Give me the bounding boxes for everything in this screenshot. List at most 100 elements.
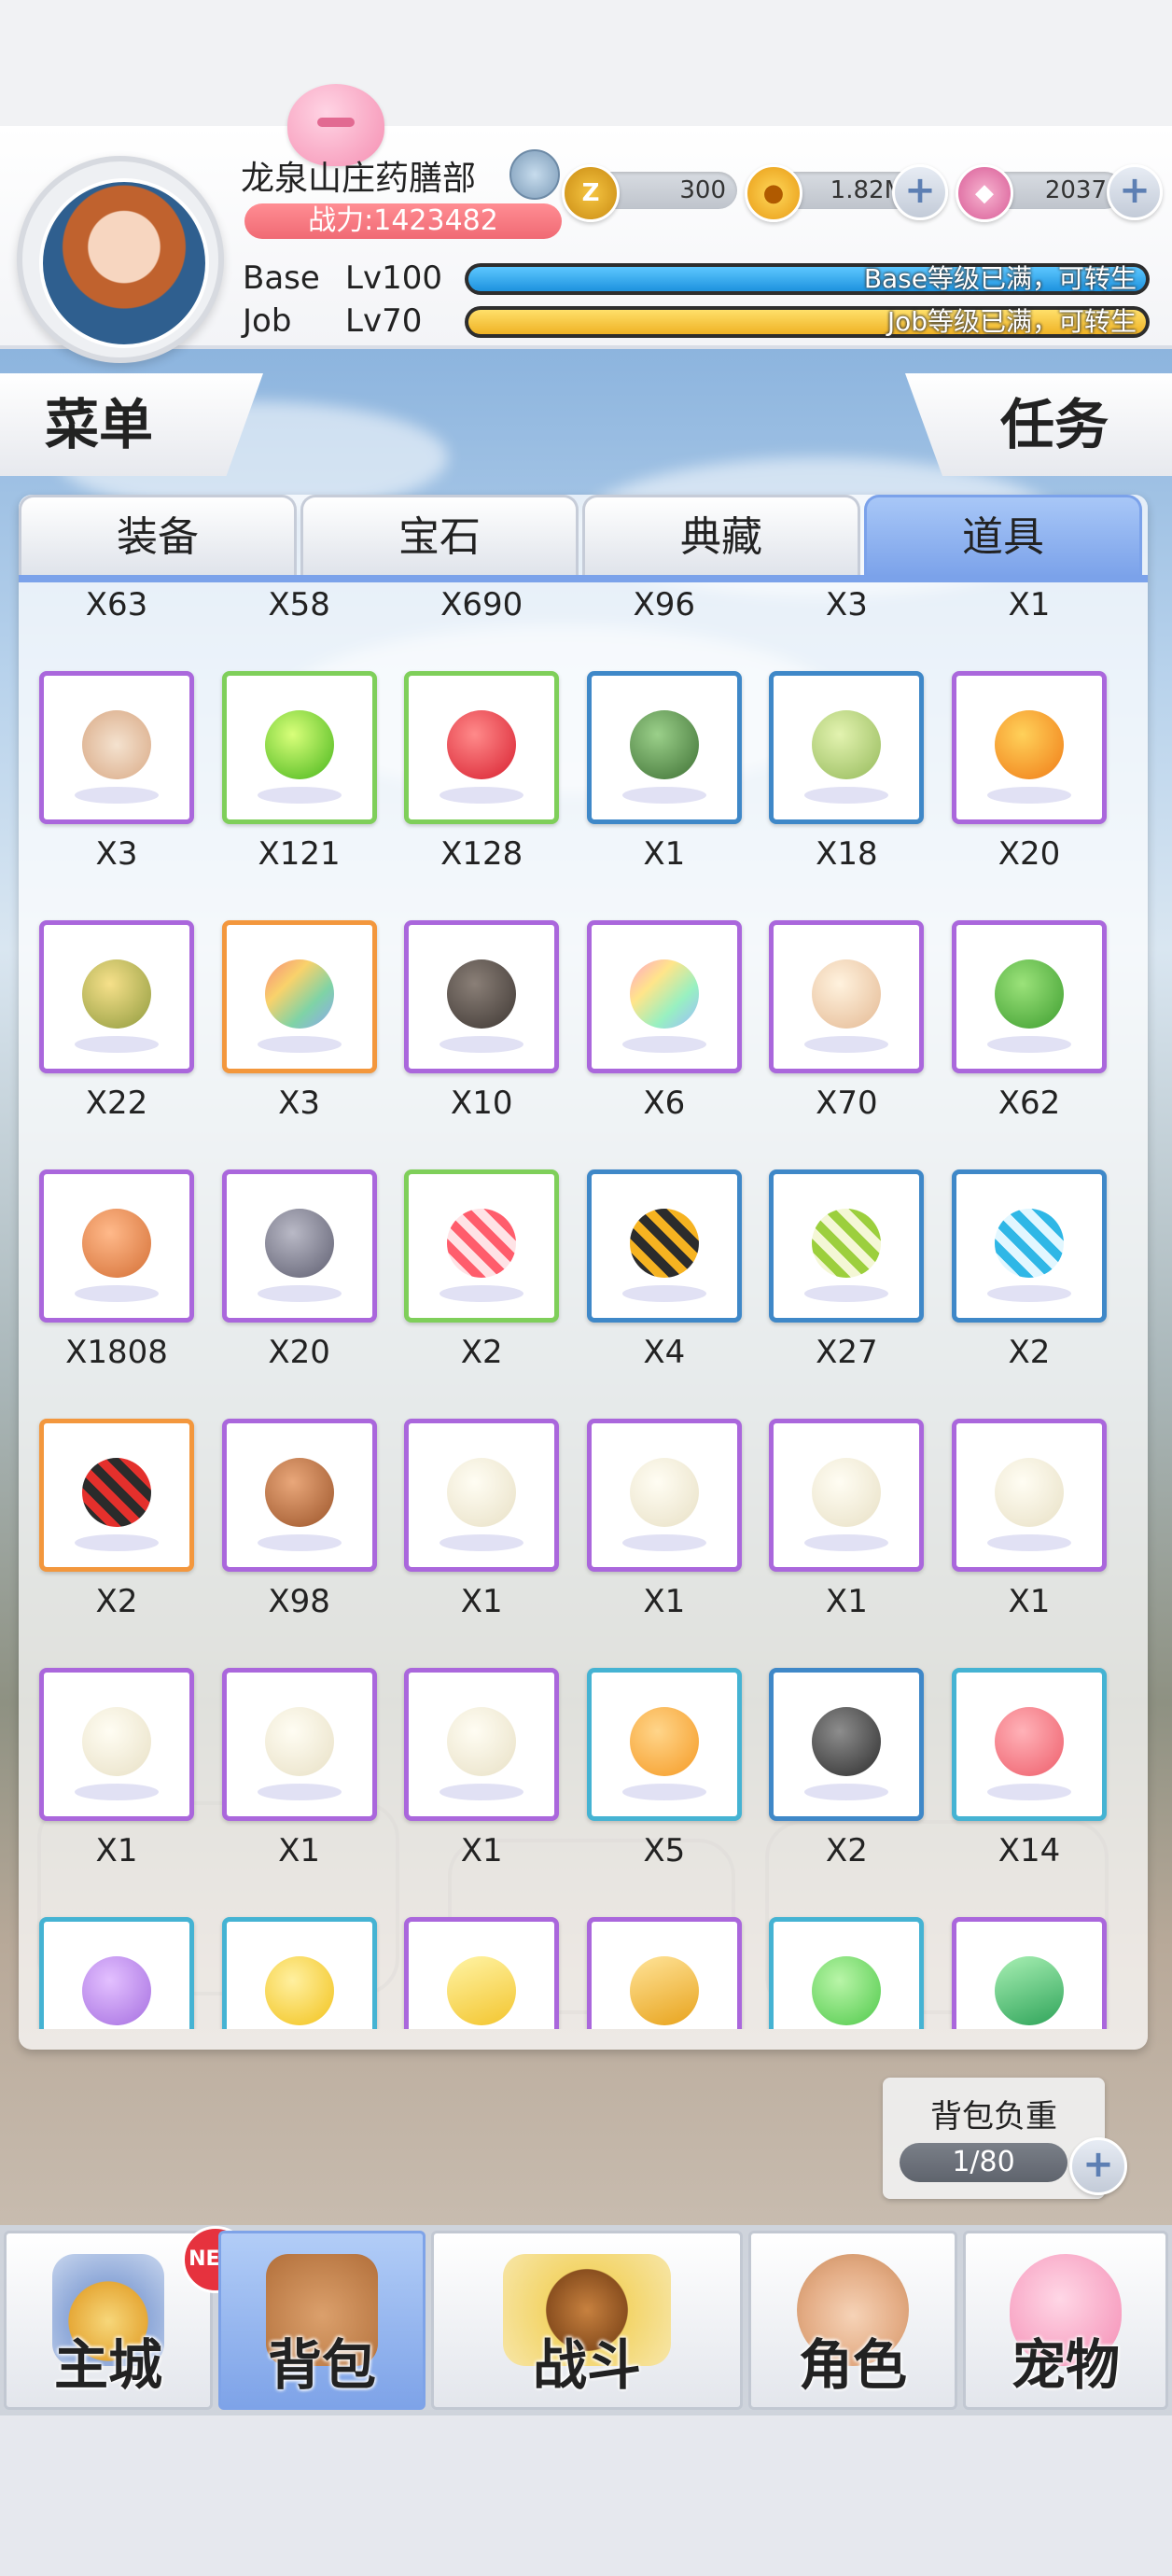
item-slot[interactable] bbox=[769, 1668, 925, 1821]
item-slot[interactable] bbox=[951, 671, 1107, 824]
item-slot[interactable] bbox=[586, 1169, 742, 1323]
nav-battle[interactable]: 战斗 bbox=[431, 2231, 743, 2410]
item-slot[interactable] bbox=[951, 920, 1107, 1073]
item-cell[interactable]: X70 bbox=[769, 920, 925, 1169]
item-slot[interactable] bbox=[586, 1917, 742, 2029]
nav-character[interactable]: 角色 bbox=[748, 2231, 957, 2410]
item-quantity: X96 bbox=[633, 586, 696, 623]
avatar[interactable] bbox=[39, 178, 209, 348]
item-cell[interactable]: X1 bbox=[404, 1419, 560, 1668]
item-slot[interactable] bbox=[404, 920, 560, 1073]
green-clover-icon bbox=[986, 959, 1071, 1053]
tab-collection[interactable]: 典藏 bbox=[582, 495, 860, 577]
item-cell[interactable]: X1 bbox=[951, 1419, 1107, 1668]
menu-button[interactable]: 菜单 bbox=[0, 373, 263, 476]
bag-weight-add-button[interactable]: + bbox=[1069, 2137, 1127, 2195]
item-slot[interactable] bbox=[951, 1917, 1107, 2029]
item-cell[interactable] bbox=[404, 1917, 560, 2029]
item-slot[interactable] bbox=[39, 1169, 194, 1323]
item-slot[interactable] bbox=[221, 920, 377, 1073]
item-cell[interactable]: X14 bbox=[951, 1668, 1107, 1917]
item-cell[interactable]: X2 bbox=[951, 1169, 1107, 1419]
item-cell[interactable]: X2 bbox=[769, 1668, 925, 1917]
item-cell[interactable]: X20 bbox=[951, 671, 1107, 920]
item-slot[interactable] bbox=[221, 671, 377, 824]
item-slot[interactable] bbox=[404, 1169, 560, 1323]
guild-emblem-icon[interactable] bbox=[509, 149, 560, 200]
item-cell[interactable]: X2 bbox=[39, 1419, 194, 1668]
item-cell[interactable]: X58 bbox=[222, 582, 377, 671]
item-cell[interactable]: X3 bbox=[769, 582, 924, 671]
item-cell[interactable]: X18 bbox=[769, 671, 925, 920]
item-cell[interactable]: X62 bbox=[951, 920, 1107, 1169]
item-cell[interactable]: X4 bbox=[586, 1169, 742, 1419]
item-slot[interactable] bbox=[221, 1419, 377, 1572]
item-cell[interactable] bbox=[39, 1917, 194, 2029]
item-slot[interactable] bbox=[586, 671, 742, 824]
gem-add-button[interactable]: + bbox=[1107, 164, 1163, 220]
item-cell[interactable]: X1 bbox=[952, 582, 1107, 671]
item-slot[interactable] bbox=[404, 1668, 560, 1821]
item-slot[interactable] bbox=[769, 1169, 925, 1323]
task-button[interactable]: 任务 bbox=[905, 373, 1172, 476]
gold-add-button[interactable]: + bbox=[892, 164, 948, 220]
item-cell[interactable]: X98 bbox=[221, 1419, 377, 1668]
base-label: Base bbox=[243, 259, 320, 297]
item-cell[interactable]: X128 bbox=[404, 671, 560, 920]
item-slot[interactable] bbox=[404, 671, 560, 824]
item-slot[interactable] bbox=[404, 1419, 560, 1572]
item-cell[interactable]: X2 bbox=[404, 1169, 560, 1419]
item-cell[interactable]: X690 bbox=[404, 582, 559, 671]
item-cell[interactable] bbox=[586, 1917, 742, 2029]
item-slot[interactable] bbox=[39, 1668, 194, 1821]
item-slot[interactable] bbox=[586, 1668, 742, 1821]
item-slot[interactable] bbox=[769, 1917, 925, 2029]
item-cell[interactable]: X1808 bbox=[39, 1169, 194, 1419]
item-cell[interactable]: X121 bbox=[221, 671, 377, 920]
item-slot[interactable] bbox=[586, 1419, 742, 1572]
item-slot[interactable] bbox=[221, 1917, 377, 2029]
item-cell[interactable]: X1 bbox=[221, 1668, 377, 1917]
item-cell[interactable]: X22 bbox=[39, 920, 194, 1169]
avatar-frame[interactable] bbox=[17, 156, 224, 363]
item-slot[interactable] bbox=[769, 671, 925, 824]
item-quantity: X5 bbox=[643, 1832, 686, 1869]
item-slot[interactable] bbox=[404, 1917, 560, 2029]
tab-gems[interactable]: 宝石 bbox=[300, 495, 579, 577]
item-slot[interactable] bbox=[951, 1169, 1107, 1323]
item-slot[interactable] bbox=[39, 1917, 194, 2029]
item-cell[interactable]: X5 bbox=[586, 1668, 742, 1917]
nav-backpack[interactable]: 背包 bbox=[218, 2231, 426, 2410]
item-cell[interactable]: X1 bbox=[39, 1668, 194, 1917]
item-slot[interactable] bbox=[39, 920, 194, 1073]
tab-equipment[interactable]: 装备 bbox=[19, 495, 297, 577]
item-slot[interactable] bbox=[586, 920, 742, 1073]
item-cell[interactable]: X20 bbox=[221, 1169, 377, 1419]
item-cell[interactable]: X1 bbox=[586, 1419, 742, 1668]
nav-pet[interactable]: 宠物 bbox=[963, 2231, 1168, 2410]
item-slot[interactable] bbox=[39, 1419, 194, 1572]
item-slot[interactable] bbox=[769, 1419, 925, 1572]
item-cell[interactable]: X6 bbox=[586, 920, 742, 1169]
item-cell[interactable] bbox=[951, 1917, 1107, 2029]
item-cell[interactable]: X63 bbox=[39, 582, 194, 671]
item-cell[interactable]: X3 bbox=[39, 671, 194, 920]
item-cell[interactable]: X27 bbox=[769, 1169, 925, 1419]
item-cell[interactable]: X1 bbox=[404, 1668, 560, 1917]
item-grid-viewport[interactable]: X63 X58 X690 X96 X3 X1 X3 X121 X128 X1 X18 X20 X22 X3… bbox=[19, 582, 1148, 2029]
item-cell[interactable]: X1 bbox=[769, 1419, 925, 1668]
item-slot[interactable] bbox=[769, 920, 925, 1073]
nav-main-city[interactable]: 主城 NEW bbox=[4, 2226, 249, 2410]
item-slot[interactable] bbox=[951, 1668, 1107, 1821]
item-cell[interactable]: X3 bbox=[221, 920, 377, 1169]
item-cell[interactable] bbox=[221, 1917, 377, 2029]
item-cell[interactable] bbox=[769, 1917, 925, 2029]
item-slot[interactable] bbox=[39, 671, 194, 824]
item-cell[interactable]: X10 bbox=[404, 920, 560, 1169]
item-slot[interactable] bbox=[221, 1169, 377, 1323]
item-cell[interactable]: X1 bbox=[586, 671, 742, 920]
item-cell[interactable]: X96 bbox=[587, 582, 742, 671]
item-slot[interactable] bbox=[951, 1419, 1107, 1572]
tab-items[interactable]: 道具 bbox=[864, 495, 1142, 577]
item-slot[interactable] bbox=[221, 1668, 377, 1821]
